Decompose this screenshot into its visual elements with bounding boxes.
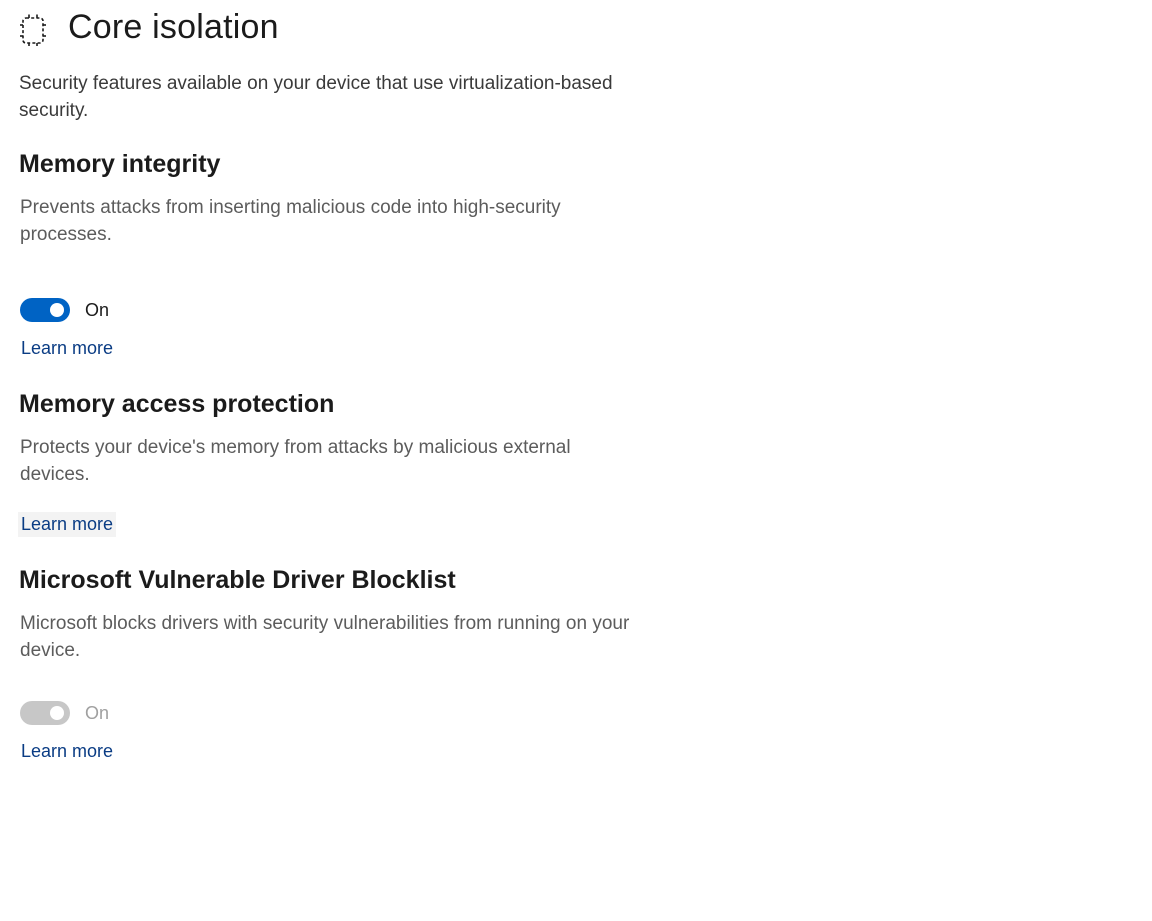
memory-integrity-toggle[interactable]: [20, 298, 70, 322]
driver-blocklist-title: Microsoft Vulnerable Driver Blocklist: [19, 566, 456, 594]
page-description: Security features available on your devi…: [19, 73, 613, 121]
page-title: Core isolation: [68, 8, 279, 46]
memory-access-protection-description: Protects your device's memory from attac…: [20, 437, 571, 485]
memory-access-protection-learn-more-link[interactable]: Learn more: [18, 512, 117, 537]
memory-integrity-learn-more-link[interactable]: Learn more: [21, 338, 113, 359]
toggle-knob: [50, 706, 64, 720]
toggle-knob: [50, 303, 64, 317]
memory-integrity-title: Memory integrity: [19, 150, 221, 178]
page-header: [19, 10, 47, 50]
memory-integrity-description: Prevents attacks from inserting maliciou…: [20, 197, 561, 245]
driver-blocklist-learn-more-link[interactable]: Learn more: [21, 741, 113, 762]
memory-integrity-toggle-label: On: [85, 299, 110, 320]
driver-blocklist-toggle-row: On: [20, 701, 109, 725]
memory-access-protection-title: Memory access protection: [19, 390, 335, 418]
driver-blocklist-toggle: [20, 701, 70, 725]
memory-integrity-toggle-row: On: [20, 298, 109, 322]
driver-blocklist-description: Microsoft blocks drivers with security v…: [20, 613, 630, 661]
core-isolation-chip-icon: [20, 14, 46, 46]
driver-blocklist-toggle-label: On: [85, 702, 110, 723]
